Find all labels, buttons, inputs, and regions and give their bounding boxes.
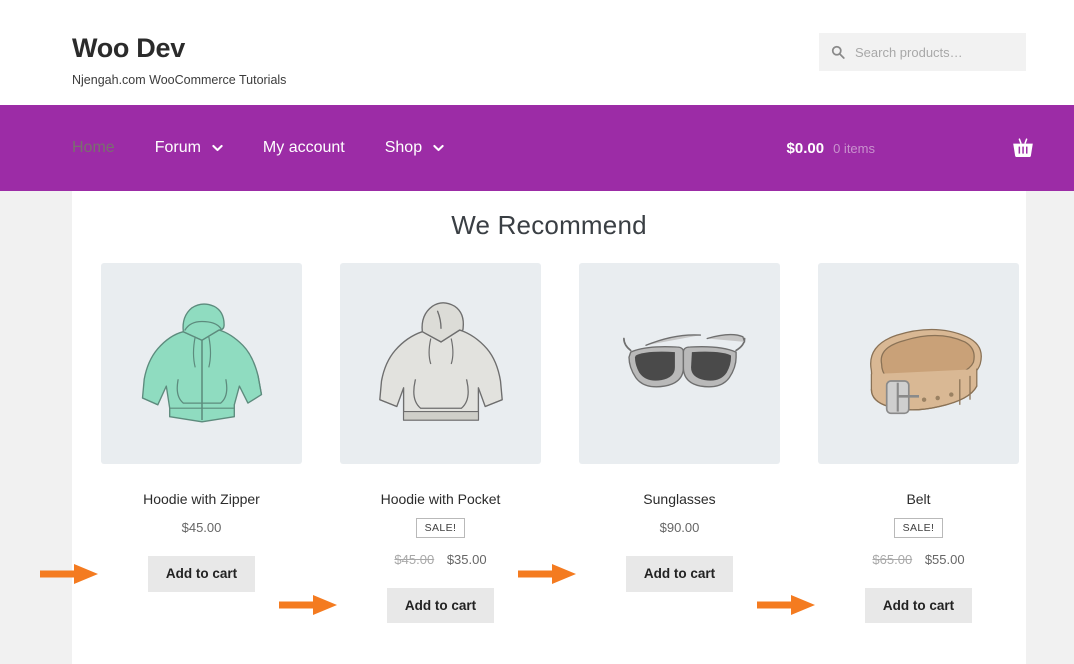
product-price: $90.00 (579, 520, 780, 537)
cart-summary[interactable]: $0.00 0 items (787, 138, 1034, 158)
orange-arrow-icon (757, 595, 815, 616)
page-root: Woo Dev Njengah.com WooCommerce Tutorial… (0, 0, 1074, 664)
sunglasses-icon (622, 333, 745, 388)
nav-item-my-account[interactable]: My account (263, 139, 345, 157)
product-price-original: $65.00 (872, 551, 913, 567)
product-card: Hoodie with Zipper $45.00 Add to cart (40, 263, 321, 623)
orange-arrow-icon (40, 563, 98, 584)
nav-item-shop[interactable]: Shop (385, 139, 444, 157)
product-price: $45.00 $35.00 (340, 552, 541, 569)
product-name[interactable]: Hoodie with Zipper (101, 490, 302, 508)
shopping-basket-icon[interactable] (1012, 138, 1034, 158)
page-title: We Recommend (451, 210, 647, 240)
primary-menu: Home Forum My account Shop (72, 139, 484, 157)
product-name[interactable]: Belt (818, 490, 1019, 508)
product-image-zip-hoodie[interactable] (101, 263, 302, 464)
cart-total-amount: $0.00 (786, 139, 825, 157)
chevron-down-icon (212, 144, 223, 152)
nav-item-shop-label: Shop (384, 139, 423, 156)
add-to-cart-button[interactable]: Add to cart (386, 587, 495, 624)
pullover-hoodie-icon (378, 301, 503, 421)
chevron-down-icon (433, 144, 444, 152)
main-content: We Recommend Hoodie with Zipper $45.00 A… (40, 191, 1026, 664)
product-card: Belt SALE! $65.00 $55.00 Add to cart (757, 263, 1038, 624)
search-input[interactable] (855, 44, 1014, 60)
orange-arrow-icon (518, 563, 576, 584)
product-image-belt[interactable] (818, 263, 1019, 464)
sale-badge: SALE! (893, 518, 944, 538)
leather-belt-icon (869, 328, 982, 414)
product-price-current: $90.00 (659, 520, 700, 536)
product-card: Sunglasses $90.00 Add to cart (518, 263, 799, 623)
add-to-cart-row: Add to cart (279, 587, 541, 624)
add-to-cart-row: Add to cart (757, 587, 1019, 624)
add-to-cart-row: Add to cart (518, 556, 780, 592)
site-title: Woo Dev (72, 33, 185, 63)
product-name[interactable]: Hoodie with Pocket (340, 490, 541, 508)
product-price-original: $45.00 (394, 551, 435, 567)
product-grid: Hoodie with Zipper $45.00 Add to cart Ho… (40, 263, 1026, 624)
product-image-sunglasses[interactable] (579, 263, 780, 464)
product-price-current: $35.00 (446, 551, 487, 567)
product-search[interactable] (819, 33, 1026, 71)
add-to-cart-button[interactable]: Add to cart (147, 556, 256, 592)
add-to-cart-row: Add to cart (40, 556, 302, 592)
product-price: $65.00 $55.00 (818, 552, 1019, 569)
search-icon (831, 45, 845, 59)
product-name[interactable]: Sunglasses (579, 490, 780, 508)
site-branding: Woo Dev Njengah.com WooCommerce Tutorial… (72, 33, 287, 88)
cart-item-count: 0 items (833, 140, 875, 156)
site-description: Njengah.com WooCommerce Tutorials (72, 72, 287, 87)
add-to-cart-button[interactable]: Add to cart (625, 556, 734, 592)
nav-item-forum[interactable]: Forum (155, 139, 223, 157)
sale-badge: SALE! (415, 518, 466, 538)
nav-item-home-label: Home (72, 139, 115, 156)
product-price: $45.00 (101, 520, 302, 537)
site-header: Woo Dev Njengah.com WooCommerce Tutorial… (0, 0, 1074, 105)
zip-hoodie-icon (141, 302, 262, 422)
orange-arrow-icon (279, 595, 337, 616)
product-price-current: $55.00 (924, 551, 965, 567)
primary-navigation-bar: Home Forum My account Shop $0.00 0 items (0, 105, 1074, 191)
nav-item-forum-label: Forum (154, 139, 201, 156)
product-price-current: $45.00 (181, 520, 222, 536)
nav-item-home[interactable]: Home (72, 139, 115, 157)
add-to-cart-button[interactable]: Add to cart (864, 587, 973, 624)
nav-item-my-account-label: My account (262, 139, 345, 156)
product-image-pullover-hoodie[interactable] (340, 263, 541, 464)
